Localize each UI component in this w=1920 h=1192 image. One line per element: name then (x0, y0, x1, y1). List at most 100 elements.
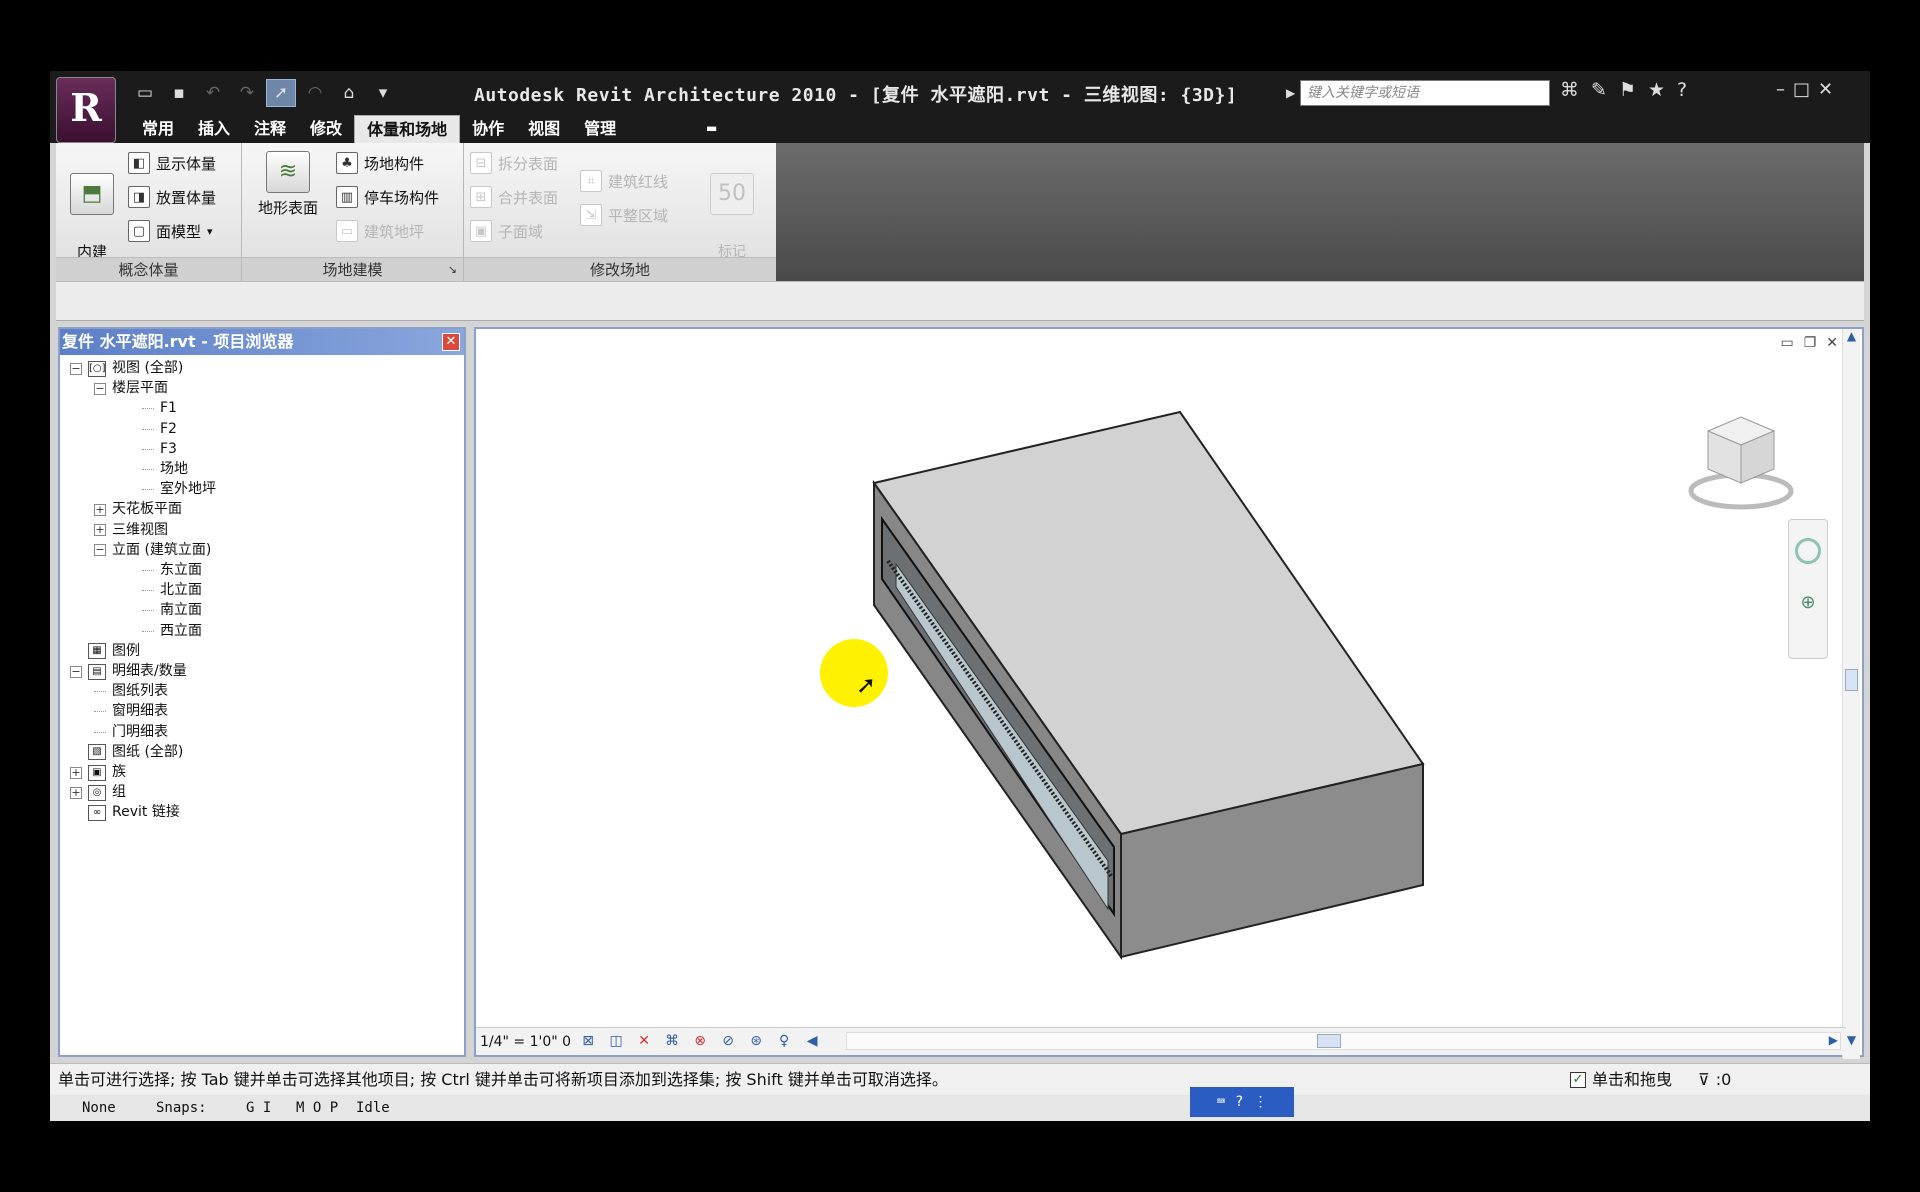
browser-tree-item[interactable]: 室外地坪 (142, 480, 216, 499)
browser-tree-item[interactable]: + 三维视图 (94, 521, 168, 540)
default-3d-view-icon[interactable]: ⌂ (334, 79, 364, 107)
search-expand-icon[interactable]: ▶ (1286, 86, 1300, 100)
collapse-icon[interactable]: − (70, 665, 82, 678)
qat-dropdown-icon[interactable]: ▾ (368, 79, 398, 107)
merge-surfaces-button[interactable]: ⊞ 合并表面 (470, 183, 558, 211)
reveal-hidden-icon[interactable]: ⊛ (745, 1033, 767, 1051)
expand-icon[interactable]: + (94, 503, 106, 516)
horizontal-scrollbar[interactable]: ▶ (846, 1032, 1841, 1050)
toposurface-button[interactable]: ≋ 地形表面 (248, 151, 328, 219)
browser-tree-item[interactable]: + ▣ 族 (70, 763, 126, 782)
browser-tree-item[interactable]: ▧ 图纸 (全部) (70, 743, 183, 762)
property-line-button[interactable]: ⌗ 建筑红线 (580, 167, 668, 195)
ribbon-tab[interactable]: 视图 (516, 115, 572, 143)
ribbon-tab[interactable]: 管理 (572, 115, 628, 143)
building-model[interactable] (476, 329, 1846, 1019)
ribbon-tab[interactable]: 注释 (242, 115, 298, 143)
shadows-icon[interactable]: ✕ (633, 1033, 655, 1051)
show-mass-button[interactable]: ◧ 显示体量 (128, 149, 216, 177)
browser-close-icon[interactable]: ✕ (442, 333, 460, 351)
redo-icon[interactable]: ↷ (232, 79, 262, 107)
browser-tree-item[interactable]: F2 (142, 420, 177, 439)
browser-tree-item[interactable]: + ◎ 组 (70, 783, 126, 802)
binoculars-icon[interactable]: ⌘ (1560, 79, 1579, 101)
face-model-button[interactable]: ▢ 面模型 ▾ (128, 217, 213, 245)
ribbon-tab[interactable]: 协作 (460, 115, 516, 143)
drag-option[interactable]: ✓ 单击和拖曳 ⊽ :0 (1570, 1064, 1731, 1096)
browser-tree-item[interactable]: 北立面 (142, 581, 202, 600)
scroll-left-icon[interactable]: ◀ (801, 1033, 823, 1051)
horizontal-scroll-thumb[interactable] (1317, 1034, 1341, 1048)
browser-tree-item[interactable]: − 楼层平面 (94, 379, 168, 398)
browser-tree-item[interactable]: F3 (142, 440, 177, 459)
ime-options-icon[interactable]: ⋮ (1253, 1089, 1267, 1115)
crop-region-icon[interactable]: ⌘ (661, 1033, 683, 1051)
steering-wheel-icon[interactable] (1795, 538, 1821, 564)
expand-icon[interactable]: + (70, 786, 82, 799)
ribbon-tab[interactable]: 插入 (186, 115, 242, 143)
browser-tree-item[interactable]: 图纸列表 (94, 682, 168, 701)
zoom-icon[interactable]: ⊕ (1797, 592, 1819, 613)
browser-tree-item[interactable]: 南立面 (142, 601, 202, 620)
split-surface-button[interactable]: ⊟ 拆分表面 (470, 149, 558, 177)
search-input[interactable] (1300, 80, 1550, 106)
minimize-ribbon-icon[interactable]: ▬ (706, 121, 717, 135)
browser-tree-item[interactable]: + 天花板平面 (94, 500, 182, 519)
graded-region-button[interactable]: ⇲ 平整区域 (580, 201, 668, 229)
keyboard-icon[interactable]: ⌨ (1217, 1089, 1225, 1115)
face-model-dropdown-icon[interactable]: ▾ (207, 225, 213, 238)
lightbulb-icon[interactable]: ♀ (773, 1033, 795, 1051)
view-scale[interactable]: 1/4" = 1'0" 0 (476, 1034, 571, 1050)
measure-icon[interactable]: ◠ (300, 79, 330, 107)
browser-tree-item[interactable]: 西立面 (142, 622, 202, 641)
application-menu-button[interactable]: R (56, 77, 116, 143)
ribbon-tab[interactable]: 体量和场地 (354, 115, 461, 143)
browser-tree-item[interactable]: 东立面 (142, 561, 202, 580)
parking-component-button[interactable]: ▥ 停车场构件 (336, 183, 439, 211)
browser-tree-item[interactable]: ∞ Revit 链接 (70, 803, 180, 822)
browser-tree-item[interactable]: ▦ 图例 (70, 642, 140, 661)
collapse-icon[interactable]: − (94, 382, 106, 395)
browser-tree-item[interactable]: 窗明细表 (94, 702, 168, 721)
favorites-star-icon[interactable]: ★ (1648, 79, 1665, 101)
subregion-button[interactable]: ▣ 子面域 (470, 217, 543, 245)
building-pad-button[interactable]: ▭ 建筑地坪 (336, 217, 424, 245)
browser-tree-item[interactable]: − 立面 (建筑立面) (94, 541, 211, 560)
show-crop-icon[interactable]: ⊗ (689, 1033, 711, 1051)
scroll-right-icon[interactable]: ▶ (1829, 1033, 1838, 1047)
maximize-icon[interactable]: □ (1793, 79, 1810, 100)
minimize-icon[interactable]: – (1776, 79, 1785, 100)
expand-icon[interactable]: + (94, 524, 106, 537)
subscription-icon[interactable]: ✎ (1591, 79, 1607, 101)
collapse-icon[interactable]: − (94, 544, 106, 557)
browser-tree-item[interactable]: 场地 (142, 460, 188, 479)
browser-tree-item[interactable]: − [○] 视图 (全部) (70, 359, 183, 378)
browser-tree-item[interactable]: F1 (142, 399, 177, 418)
dialog-launcher-icon[interactable]: ↘ (448, 258, 457, 282)
expand-icon[interactable]: + (70, 766, 82, 779)
ribbon-tab[interactable]: 常用 (130, 115, 186, 143)
filter-icon[interactable]: ⊽ (1698, 1064, 1710, 1096)
ribbon-tab[interactable]: 修改 (298, 115, 354, 143)
temporary-hide-icon[interactable]: ⊘ (717, 1033, 739, 1051)
ime-help-icon[interactable]: ? (1235, 1089, 1243, 1115)
place-mass-button[interactable]: ◨ 放置体量 (128, 183, 216, 211)
model-graphics-icon[interactable]: ◫ (605, 1033, 627, 1051)
viewcube[interactable] (1686, 409, 1796, 519)
save-icon[interactable]: ▪ (164, 79, 194, 107)
undo-icon[interactable]: ↶ (198, 79, 228, 107)
drawing-area-3d-view[interactable]: ▭ ❐ ✕ ▲ ▼ ➚ ⊕ 1/4" = 1'0" 0 ⊠ ◫ ✕ ⌘ ⊗ ⊘ … (474, 327, 1864, 1059)
select-cursor-icon[interactable]: ➚ (266, 79, 296, 107)
open-icon[interactable]: ▭ (130, 79, 160, 107)
help-icon[interactable]: ? (1677, 79, 1687, 101)
site-component-button[interactable]: ♣ 场地构件 (336, 149, 424, 177)
collapse-icon[interactable]: − (70, 362, 82, 375)
browser-tree-item[interactable]: 门明细表 (94, 723, 168, 742)
visual-style-icon[interactable]: ⊠ (577, 1033, 599, 1051)
scroll-thumb[interactable] (1845, 669, 1858, 691)
browser-tree-item[interactable]: − ▤ 明细表/数量 (70, 662, 187, 681)
close-icon[interactable]: ✕ (1818, 79, 1833, 100)
communication-icon[interactable]: ⚑ (1619, 79, 1636, 101)
browser-tree-label: 图纸列表 (112, 683, 168, 700)
drag-checkbox[interactable]: ✓ (1570, 1072, 1586, 1088)
